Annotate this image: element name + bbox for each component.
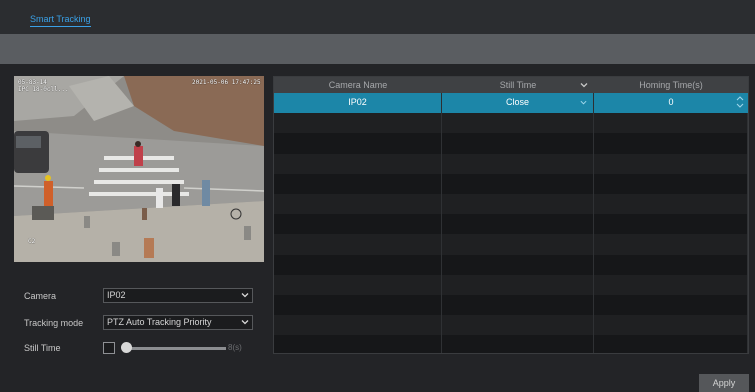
table-row-empty [274,133,748,154]
spinner-arrows-icon[interactable] [736,95,744,109]
table-cell-empty [274,153,442,174]
table-cell-empty [594,315,748,336]
table-cell-empty [442,234,594,255]
top-bar: Smart Tracking [0,0,755,34]
tab-smart-tracking[interactable]: Smart Tracking [30,14,91,27]
table-cell-empty [274,113,442,134]
table-cell-empty [274,335,442,353]
table-row-empty [274,335,748,353]
table-cell-empty [442,113,594,134]
table-cell-empty [594,274,748,295]
table-cell-empty [594,254,748,275]
still-time-checkbox[interactable] [103,342,115,354]
table-header: Camera Name Still Time Homing Time(s) [274,77,748,93]
table-cell-empty [442,335,594,353]
table-cell-empty [594,133,748,154]
tracking-mode-label: Tracking mode [24,318,84,328]
apply-button[interactable]: Apply [699,374,749,392]
table-cell-empty [594,335,748,353]
table-cell-empty [274,173,442,194]
table-cell-empty [442,173,594,194]
table-cell-empty [442,315,594,336]
column-camera-name: Camera Name [328,80,388,90]
table-cell-empty [442,294,594,316]
osd-timestamp: 2021-05-06 17:47:25 [192,79,261,86]
camera-select[interactable]: IP02 [103,288,253,303]
table-cell-empty [594,234,748,255]
table-row-empty [274,274,748,295]
chevron-down-icon [241,293,249,298]
table-cell-empty [274,254,442,275]
table-cell-empty [442,193,594,215]
table-cell-empty [274,133,442,154]
table-cell-empty [594,193,748,215]
osd-top-left: 05-83-14 IPC 18-0cll... [18,79,69,93]
table-row-empty [274,153,748,174]
cell-still-time[interactable]: Close [442,93,594,114]
still-time-slider-handle[interactable] [121,342,132,353]
camera-select-value: IP02 [107,290,126,300]
table-cell-empty [594,153,748,174]
toolbar-strip [0,34,755,64]
table-row-empty [274,193,748,215]
table-row-empty [274,234,748,255]
still-time-label: Still Time [24,343,61,353]
still-time-slider-track[interactable] [124,347,226,350]
camera-preview: 05-83-14 IPC 18-0cll... 2021-05-06 17:47… [14,76,264,262]
cell-camera-name: IP02 [274,93,442,114]
table-cell-empty [442,133,594,154]
table-cell-empty [274,234,442,255]
table-cell-empty [594,294,748,316]
chevron-down-icon [580,83,588,88]
table-cell-empty [274,315,442,336]
table-cell-empty [442,274,594,295]
osd-channel: C2 [28,238,36,245]
table-cell-empty [594,173,748,194]
tracking-mode-select[interactable]: PTZ Auto Tracking Priority [103,315,253,330]
table-cell-empty [274,294,442,316]
table-row-empty [274,173,748,194]
column-homing-time: Homing Time(s) [639,80,703,90]
chevron-down-icon [580,100,587,105]
tracking-mode-value: PTZ Auto Tracking Priority [107,317,212,327]
table-row-empty [274,315,748,336]
cell-homing-time[interactable]: 0 [594,93,748,113]
table-body: IP02 Close 0 [274,93,748,353]
camera-label: Camera [24,291,57,301]
table-row-empty [274,294,748,316]
table-cell-empty [442,153,594,174]
table-cell-empty [594,214,748,235]
tracking-table: Camera Name Still Time Homing Time(s) IP… [273,76,749,354]
column-still-time-label: Still Time [499,80,537,90]
column-still-time[interactable]: Still Time [442,77,594,93]
cell-still-time-value: Close [505,97,529,107]
table-cell-empty [274,214,442,235]
cell-homing-time-value: 0 [668,97,674,107]
still-time-slider-value: 8(s) [228,343,242,352]
table-cell-empty [274,193,442,215]
camera-preview-image [14,76,264,262]
table-cell-empty [274,274,442,295]
table-cell-empty [594,113,748,134]
table-row-empty [274,254,748,275]
table-row-empty [274,214,748,235]
table-row-empty [274,113,748,134]
table-row[interactable]: IP02 Close 0 [274,93,748,114]
chevron-down-icon [241,320,249,325]
table-cell-empty [442,214,594,235]
table-cell-empty [442,254,594,275]
